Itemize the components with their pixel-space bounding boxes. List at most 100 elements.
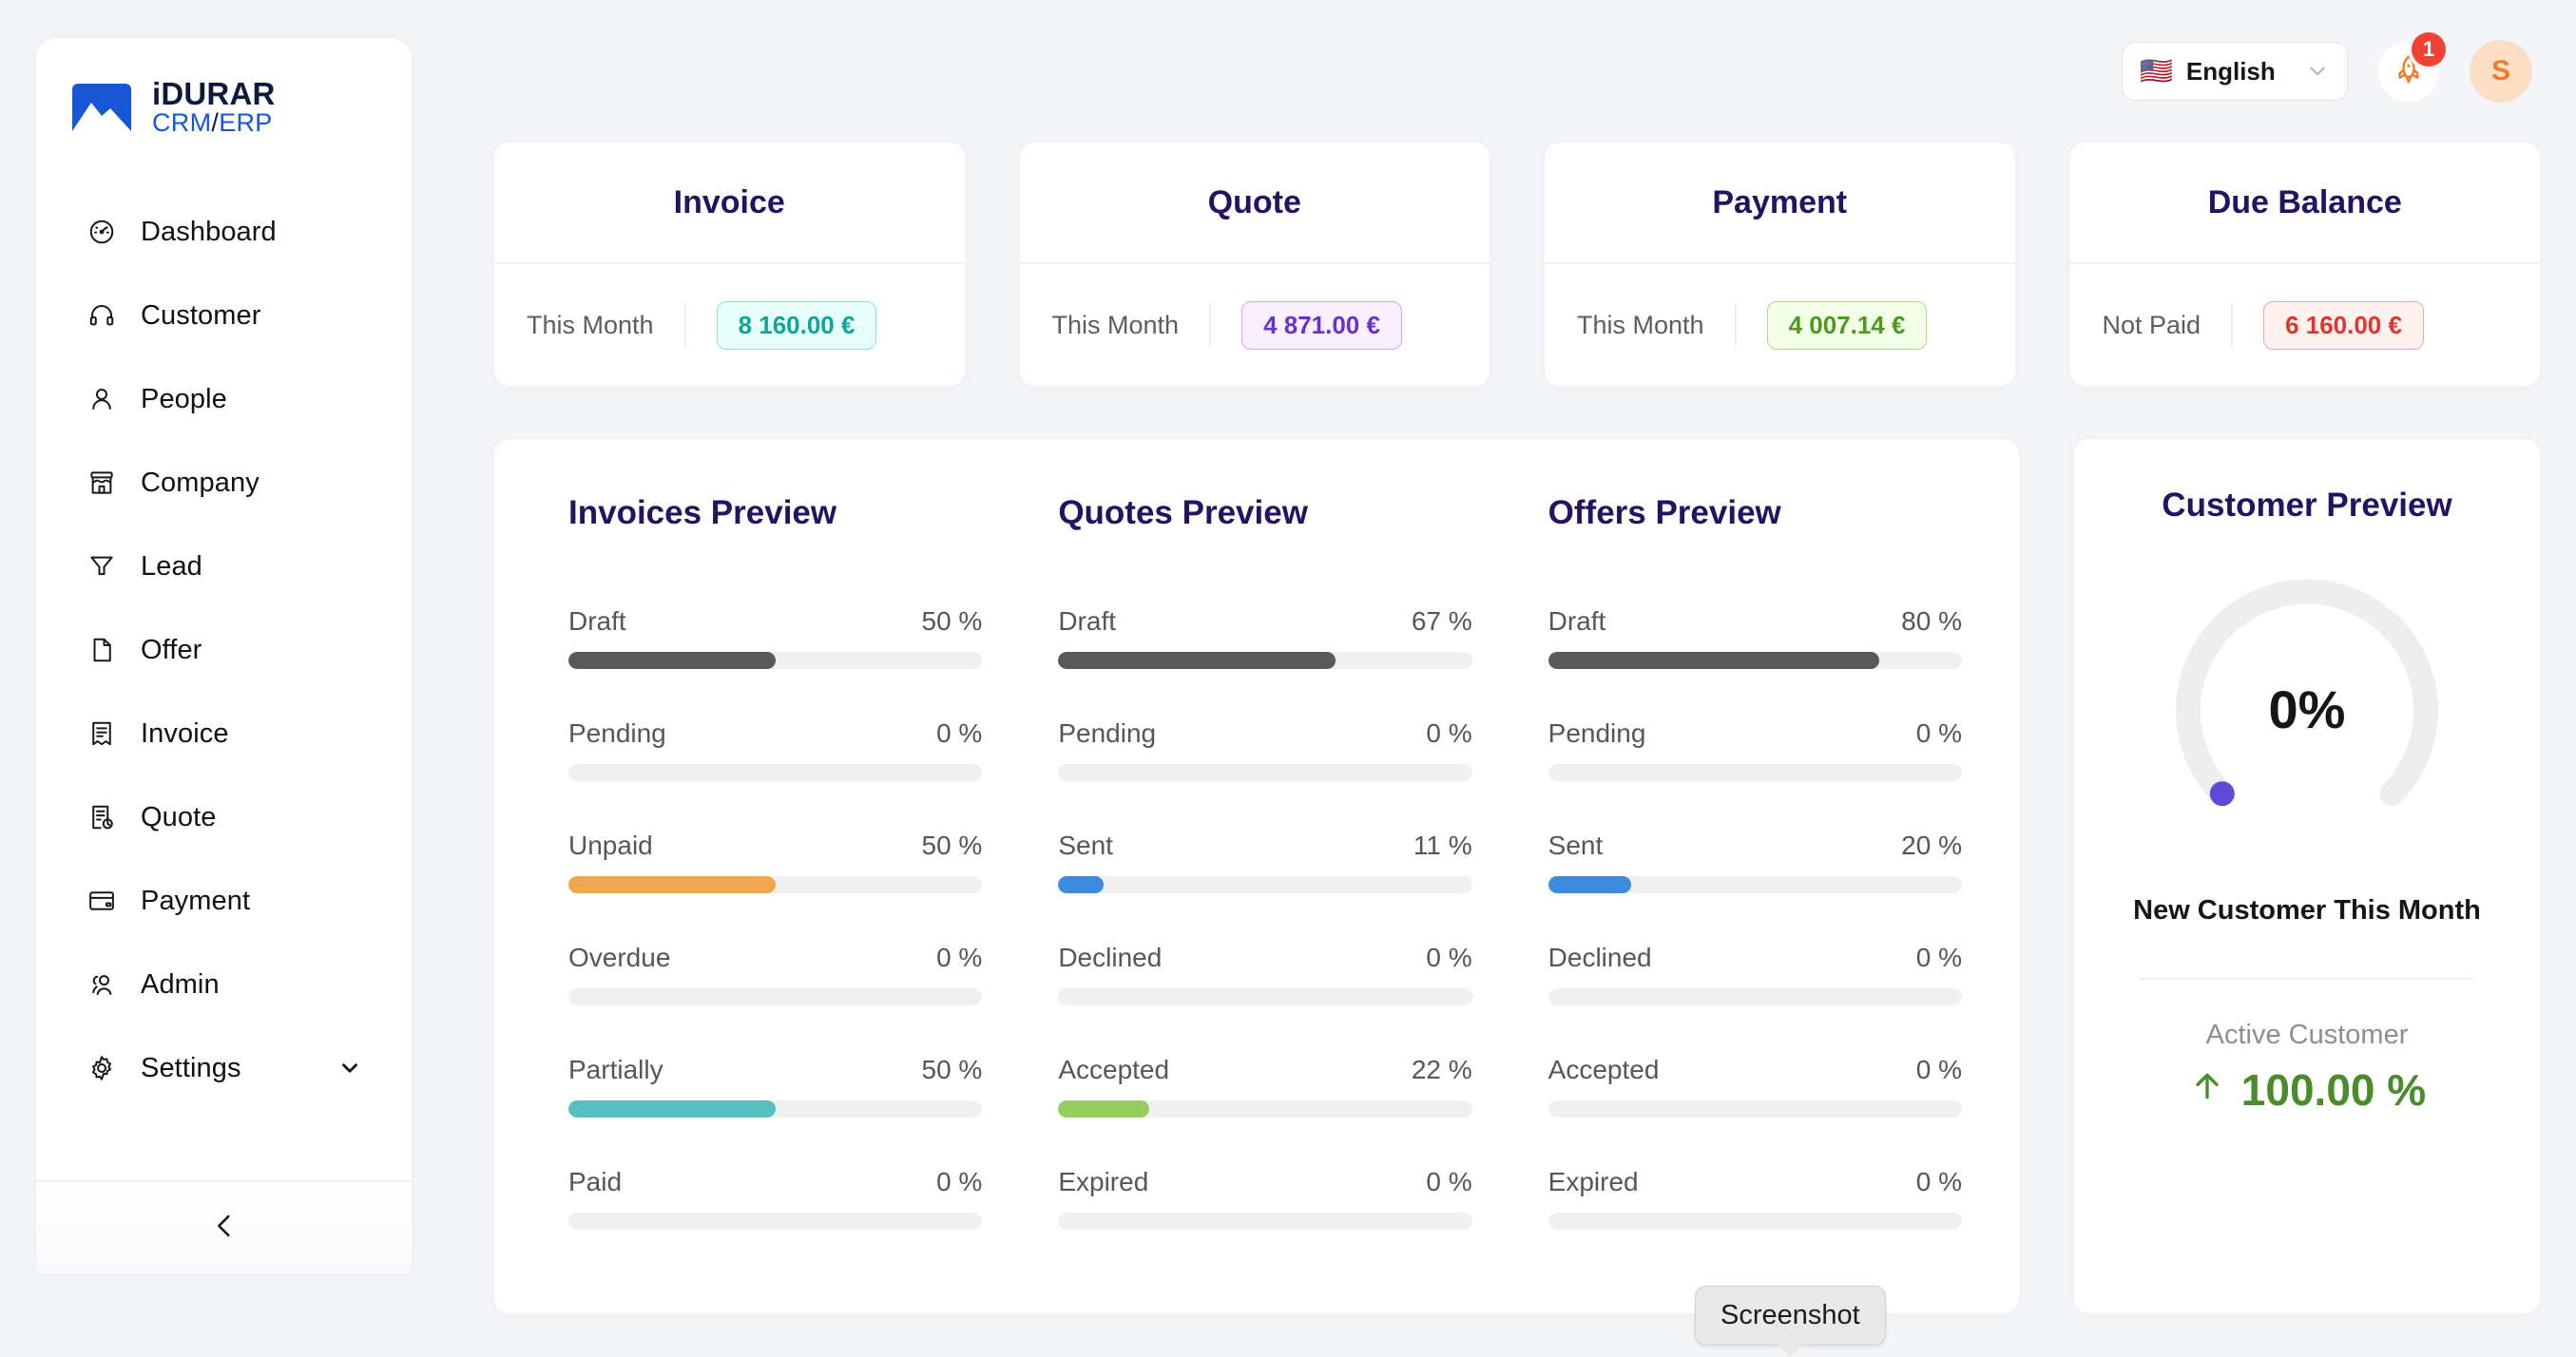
sidebar-item-label: People: [141, 383, 227, 414]
sidebar-item-label: Quote: [141, 801, 217, 832]
progress-percent: 80 %: [1901, 606, 1962, 636]
chevron-left-icon: [208, 1210, 240, 1247]
progress-label: Draft: [1058, 606, 1117, 636]
funnel-icon: [86, 550, 118, 583]
progress-percent: 0 %: [1426, 1167, 1472, 1196]
sidebar-item-settings[interactable]: Settings: [36, 1026, 412, 1110]
progress-head: Overdue 0 %: [568, 943, 982, 973]
brand-name-bottom: CRM/ERP: [152, 108, 273, 138]
progress-percent: 50 %: [921, 1055, 983, 1084]
avatar[interactable]: S: [2470, 40, 2532, 103]
progress-head: Pending 0 %: [568, 718, 982, 749]
progress-percent: 50 %: [921, 831, 983, 860]
progress-track: [568, 1100, 983, 1118]
progress-label: Draft: [1548, 606, 1606, 636]
brand-name: iDURAR CRM/ERP: [152, 78, 276, 136]
stat-card-title: Due Balance: [2069, 143, 2540, 264]
stat-card-body: Not Paid 6 160.00 €: [2070, 264, 2541, 386]
gauge-caption: New Customer This Month: [2133, 895, 2481, 926]
progress-head: Accepted 22 %: [1058, 1055, 1471, 1085]
preview-columns: Invoices Preview Draft 50 % Pending 0 % Unpa…: [568, 494, 1962, 1230]
sidebar: iDURAR CRM/ERP Dashboard Customer People…: [36, 38, 412, 1273]
dashboard-app: iDURAR CRM/ERP Dashboard Customer People…: [0, 0, 2576, 1357]
progress-label: Accepted: [1058, 1055, 1170, 1084]
sidebar-item-customer[interactable]: Customer: [36, 274, 412, 357]
progress-row: Draft 67 %: [1058, 606, 1472, 669]
progress-head: Expired 0 %: [1058, 1167, 1471, 1197]
chevron-down-icon: [2305, 59, 2330, 84]
progress-percent: 11 %: [1413, 831, 1472, 860]
stat-card-payment[interactable]: Payment This Month 4 007.14 €: [1545, 143, 2015, 386]
progress-row: Pending 0 %: [568, 718, 983, 781]
progress-row: Sent 20 %: [1548, 831, 1962, 893]
stat-card-due-balance[interactable]: Due Balance Not Paid 6 160.00 €: [2069, 143, 2541, 386]
progress-head: Draft 80 %: [1548, 606, 1962, 637]
sidebar-item-label: Payment: [141, 885, 251, 916]
sidebar-item-company[interactable]: Company: [36, 441, 412, 525]
sidebar-item-admin[interactable]: Admin: [36, 943, 412, 1026]
stat-card-invoice[interactable]: Invoice This Month 8 160.00 €: [494, 143, 965, 386]
progress-head: Declined 0 %: [1058, 943, 1471, 973]
progress-row: Draft 80 %: [1548, 606, 1962, 669]
progress-percent: 0 %: [1915, 718, 1962, 748]
progress-label: Unpaid: [568, 831, 653, 860]
status-badge: 8 160.00 €: [716, 300, 877, 350]
progress-percent: 0 %: [936, 943, 983, 972]
progress-track: [1548, 1213, 1962, 1230]
sidebar-item-dashboard[interactable]: Dashboard: [36, 190, 412, 274]
sidebar-item-invoice[interactable]: Invoice: [36, 692, 412, 775]
sidebar-item-people[interactable]: People: [36, 357, 412, 441]
progress-row: Paid 0 %: [568, 1167, 983, 1230]
progress-track: [1058, 876, 1472, 893]
sidebar-item-offer[interactable]: Offer: [36, 608, 412, 692]
top-header: 🇺🇸 English 1 S: [494, 0, 2540, 143]
sidebar-item-label: Admin: [141, 968, 220, 1000]
stat-card-label: This Month: [1051, 310, 1180, 339]
active-customer-value: 100.00 %: [2188, 1064, 2426, 1116]
progress-percent: 0 %: [1915, 1055, 1962, 1084]
progress-label: Declined: [1548, 943, 1652, 972]
progress-track: [568, 1213, 983, 1230]
progress-track: [568, 988, 983, 1005]
preview-column-quotes: Quotes Preview Draft 67 % Pending 0 % Sent 11…: [1058, 494, 1472, 1230]
sidebar-collapse-button[interactable]: [36, 1182, 412, 1273]
progress-track: [568, 652, 983, 669]
stat-card-quote[interactable]: Quote This Month 4 871.00 €: [1019, 143, 1490, 386]
arrow-up-icon: [2188, 1064, 2226, 1116]
sidebar-item-payment[interactable]: Payment: [36, 859, 412, 943]
progress-label: Pending: [568, 718, 666, 748]
sidebar-item-label: Lead: [141, 550, 202, 582]
progress-track: [1548, 652, 1962, 669]
progress-label: Accepted: [1548, 1055, 1660, 1084]
previews-panel: Invoices Preview Draft 50 % Pending 0 % Unpa…: [494, 439, 2019, 1313]
chevron-down-icon[interactable]: [337, 1056, 362, 1080]
progress-row: Expired 0 %: [1058, 1167, 1472, 1230]
sidebar-item-label: Offer: [141, 634, 202, 665]
sidebar-item-lead[interactable]: Lead: [36, 525, 412, 608]
bar-list: Draft 80 % Pending 0 % Sent 20 % Declined 0 % Ac…: [1548, 606, 1962, 1230]
bar-list: Draft 67 % Pending 0 % Sent 11 % Declined 0 % Ac…: [1058, 606, 1472, 1230]
language-selector[interactable]: 🇺🇸 English: [2122, 42, 2348, 101]
progress-head: Unpaid 50 %: [568, 831, 982, 861]
progress-label: Pending: [1548, 718, 1646, 748]
panels-row: Invoices Preview Draft 50 % Pending 0 % Unpa…: [494, 439, 2540, 1313]
notification-button[interactable]: 1: [2378, 32, 2446, 102]
stat-card-label: Not Paid: [2102, 310, 2201, 339]
stat-card-body: This Month 4 871.00 €: [1020, 264, 1490, 386]
storefront-icon: [86, 467, 118, 499]
divider: [2231, 303, 2234, 347]
progress-track: [568, 876, 983, 893]
active-customer-percent: 100.00 %: [2240, 1065, 2427, 1115]
progress-row: Pending 0 %: [1548, 718, 1962, 781]
preview-column-invoices: Invoices Preview Draft 50 % Pending 0 % Unpa…: [568, 494, 983, 1230]
progress-track: [1058, 652, 1472, 669]
brand-logo[interactable]: iDURAR CRM/ERP: [36, 38, 412, 137]
sidebar-item-quote[interactable]: Quote: [36, 775, 412, 859]
progress-label: Sent: [1548, 831, 1604, 860]
progress-label: Pending: [1058, 718, 1157, 748]
progress-percent: 0 %: [1426, 943, 1472, 972]
progress-track: [1548, 1100, 1962, 1118]
progress-head: Paid 0 %: [568, 1167, 982, 1197]
stat-card-label: This Month: [1577, 310, 1704, 339]
progress-percent: 0 %: [936, 718, 983, 748]
